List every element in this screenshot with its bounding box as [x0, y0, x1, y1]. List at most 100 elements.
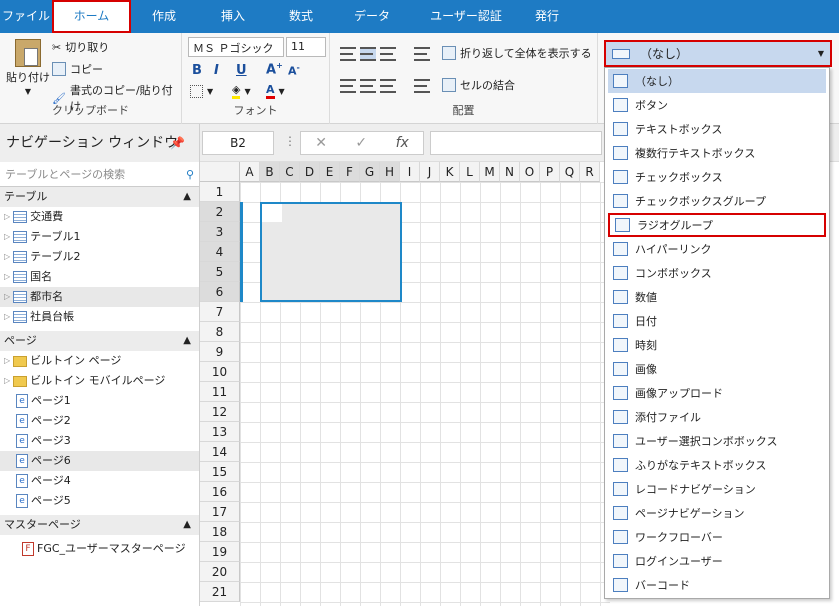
menu-item[interactable]: 添付ファイル: [608, 405, 826, 429]
row-header[interactable]: 20: [200, 562, 240, 582]
tab-formula[interactable]: 数式: [269, 0, 333, 33]
align-left-icon[interactable]: [340, 79, 356, 93]
row-header[interactable]: 16: [200, 482, 240, 502]
font-size-select[interactable]: 11: [286, 37, 326, 57]
master-section-header[interactable]: マスターページ ▲: [0, 515, 199, 535]
row-header[interactable]: 6: [200, 282, 240, 302]
menu-item[interactable]: テキストボックス: [608, 117, 826, 141]
spreadsheet-grid[interactable]: ABCDEFGHIJKLMNOPQR 1 2 3 4 5 6 7 8 9 10 11 12 13 14 15…: [200, 162, 610, 606]
menu-item[interactable]: レコードナビゲーション: [608, 477, 826, 501]
table-item[interactable]: ▷ 社員台帳: [0, 307, 199, 327]
menu-item[interactable]: コンボボックス: [608, 261, 826, 285]
font-color-button[interactable]: A ▼: [266, 83, 285, 99]
align-middle-icon[interactable]: [360, 47, 376, 61]
fill-color-button[interactable]: ◈ ▼: [232, 83, 251, 99]
active-cell[interactable]: [262, 204, 282, 222]
menu-item[interactable]: 日付: [608, 309, 826, 333]
tab-insert[interactable]: 挿入: [197, 0, 269, 33]
table-item[interactable]: ▷ 国名: [0, 267, 199, 287]
row-header[interactable]: 8: [200, 322, 240, 342]
column-header[interactable]: O: [520, 162, 540, 182]
wrap-text-button[interactable]: 折り返して全体を表示する: [442, 45, 592, 61]
column-header[interactable]: I: [400, 162, 420, 182]
merge-cells-button[interactable]: セルの結合: [442, 77, 515, 93]
align-right-icon[interactable]: [380, 79, 396, 93]
column-header[interactable]: J: [420, 162, 440, 182]
pin-icon[interactable]: 📌: [170, 124, 185, 162]
cell-type-dropdown[interactable]: （なし） ▼: [604, 40, 832, 67]
menu-item[interactable]: ラジオグループ: [608, 213, 826, 237]
row-header[interactable]: 5: [200, 262, 240, 282]
bold-button[interactable]: B: [192, 63, 202, 78]
menu-item[interactable]: チェックボックス: [608, 165, 826, 189]
row-header[interactable]: 17: [200, 502, 240, 522]
menu-item[interactable]: 画像: [608, 357, 826, 381]
menu-item[interactable]: 複数行テキストボックス: [608, 141, 826, 165]
page-item[interactable]: e ページ3: [0, 431, 199, 451]
column-header[interactable]: P: [540, 162, 560, 182]
align-bottom-icon[interactable]: [380, 47, 396, 61]
align-center-icon[interactable]: [360, 79, 376, 93]
page-item[interactable]: e ページ4: [0, 471, 199, 491]
menu-item[interactable]: ユーザー選択コンボボックス: [608, 429, 826, 453]
cell-ref-box[interactable]: B2: [202, 131, 274, 155]
select-all-corner[interactable]: [200, 162, 240, 182]
cancel-icon[interactable]: ✕: [315, 135, 327, 151]
page-item[interactable]: e ページ1: [0, 391, 199, 411]
tab-home[interactable]: ホーム: [52, 0, 131, 33]
tab-user-auth[interactable]: ユーザー認証: [411, 0, 521, 33]
row-header[interactable]: 19: [200, 542, 240, 562]
grow-font-button[interactable]: A+: [266, 61, 283, 77]
menu-item[interactable]: 時刻: [608, 333, 826, 357]
outdent-icon[interactable]: [414, 79, 430, 93]
column-header[interactable]: B: [260, 162, 280, 182]
confirm-icon[interactable]: ✓: [355, 135, 367, 151]
page-item[interactable]: e ページ6: [0, 451, 199, 471]
menu-item[interactable]: ログインユーザー: [608, 549, 826, 573]
menu-item[interactable]: ハイパーリンク: [608, 237, 826, 261]
row-header[interactable]: 9: [200, 342, 240, 362]
menu-item[interactable]: チェックボックスグループ: [608, 189, 826, 213]
row-header[interactable]: 12: [200, 402, 240, 422]
tables-section-header[interactable]: テーブル ▲: [0, 187, 199, 207]
table-item[interactable]: ▷ テーブル2: [0, 247, 199, 267]
menu-item[interactable]: ページナビゲーション: [608, 501, 826, 525]
column-header[interactable]: C: [280, 162, 300, 182]
copy-button[interactable]: コピー: [52, 61, 103, 77]
column-header[interactable]: E: [320, 162, 340, 182]
column-header[interactable]: K: [440, 162, 460, 182]
row-header[interactable]: 1: [200, 182, 240, 202]
column-header[interactable]: A: [240, 162, 260, 182]
nav-search-input[interactable]: テーブルとページの検索 ⚲: [0, 162, 199, 187]
page-item[interactable]: e ページ2: [0, 411, 199, 431]
tab-data[interactable]: データ: [333, 0, 411, 33]
row-header[interactable]: 21: [200, 582, 240, 602]
row-header[interactable]: 15: [200, 462, 240, 482]
underline-button[interactable]: U: [236, 63, 247, 78]
tab-publish[interactable]: 発行: [521, 0, 573, 33]
column-header[interactable]: F: [340, 162, 360, 182]
table-item[interactable]: ▷ テーブル1: [0, 227, 199, 247]
row-header[interactable]: 18: [200, 522, 240, 542]
search-icon[interactable]: ⚲: [186, 162, 194, 187]
fx-icon[interactable]: fx: [396, 135, 409, 151]
shrink-font-button[interactable]: A-: [288, 63, 300, 78]
column-header[interactable]: G: [360, 162, 380, 182]
row-header[interactable]: 10: [200, 362, 240, 382]
row-header[interactable]: 14: [200, 442, 240, 462]
row-header[interactable]: 2: [200, 202, 240, 222]
pages-section-header[interactable]: ページ ▲: [0, 331, 199, 351]
row-header[interactable]: 4: [200, 242, 240, 262]
row-header[interactable]: 3: [200, 222, 240, 242]
menu-item[interactable]: ふりがなテキストボックス: [608, 453, 826, 477]
menu-item[interactable]: バーコード: [608, 573, 826, 597]
menu-item[interactable]: （なし）: [608, 69, 826, 93]
cut-button[interactable]: ✂ 切り取り: [52, 39, 109, 55]
folder-item[interactable]: ▷ ビルトイン モバイルページ: [0, 371, 199, 391]
menu-item[interactable]: 画像アップロード: [608, 381, 826, 405]
menu-item[interactable]: ワークフローバー: [608, 525, 826, 549]
table-item[interactable]: ▷ 交通費: [0, 207, 199, 227]
tab-file[interactable]: ファイル: [0, 0, 52, 33]
column-header[interactable]: D: [300, 162, 320, 182]
column-header[interactable]: R: [580, 162, 600, 182]
